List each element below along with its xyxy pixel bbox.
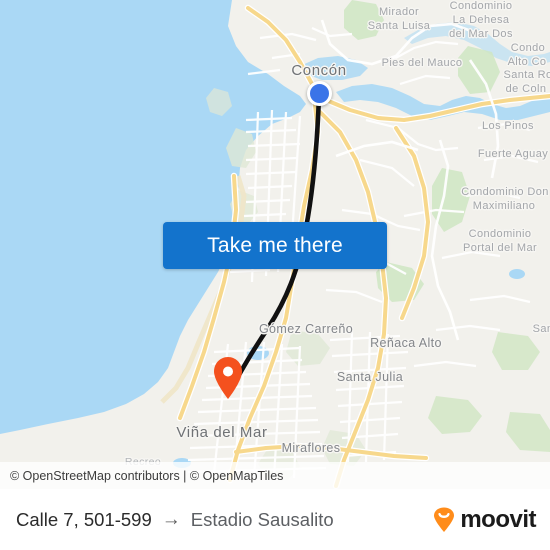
map-attribution[interactable]: © OpenStreetMap contributors | © OpenMap…: [0, 462, 550, 489]
moovit-pin-icon: [434, 507, 455, 532]
moovit-logo[interactable]: moovit: [433, 506, 536, 534]
attribution-text: © OpenStreetMap contributors | © OpenMap…: [10, 468, 284, 483]
take-me-there-button[interactable]: Take me there: [163, 222, 387, 269]
take-me-there-label: Take me there: [207, 233, 343, 257]
arrow-right-icon: →: [161, 509, 181, 530]
route-summary: Calle 7, 501-599 → Estadio Sausalito: [0, 509, 334, 531]
moovit-wordmark: moovit: [460, 505, 536, 533]
origin-label: Calle 7, 501-599: [16, 508, 152, 530]
origin-dot-marker[interactable]: [307, 81, 332, 106]
destination-pin-marker[interactable]: [212, 356, 244, 400]
moovit-trip-screen: Mirador Santa Luisa Condominio La Dehesa del…: [0, 0, 550, 550]
trip-footer: Calle 7, 501-599 → Estadio Sausalito moo…: [0, 489, 550, 550]
destination-label: Estadio Sausalito: [190, 508, 334, 530]
